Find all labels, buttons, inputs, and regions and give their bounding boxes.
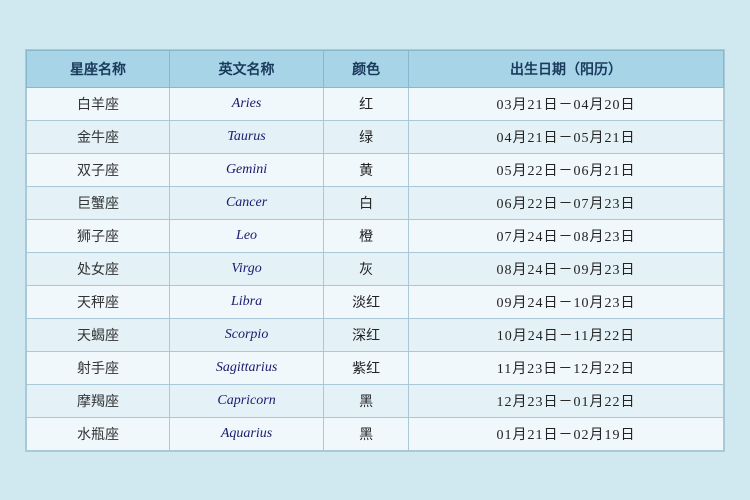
table-cell: 水瓶座: [27, 417, 170, 450]
table-row: 处女座Virgo灰08月24日－09月23日: [27, 252, 724, 285]
table-row: 天蝎座Scorpio深红10月24日－11月22日: [27, 318, 724, 351]
table-cell: 05月22日－06月21日: [409, 153, 724, 186]
header-color: 颜色: [324, 50, 409, 87]
table-cell: Libra: [169, 285, 323, 318]
table-row: 天秤座Libra淡红09月24日－10月23日: [27, 285, 724, 318]
zodiac-table: 星座名称 英文名称 颜色 出生日期（阳历） 白羊座Aries红03月21日－04…: [26, 50, 724, 451]
table-cell: Capricorn: [169, 384, 323, 417]
table-cell: 淡红: [324, 285, 409, 318]
table-cell: 白羊座: [27, 87, 170, 120]
zodiac-table-container: 星座名称 英文名称 颜色 出生日期（阳历） 白羊座Aries红03月21日－04…: [25, 49, 725, 452]
table-cell: 04月21日－05月21日: [409, 120, 724, 153]
table-cell: 10月24日－11月22日: [409, 318, 724, 351]
table-cell: 绿: [324, 120, 409, 153]
table-row: 巨蟹座Cancer白06月22日－07月23日: [27, 186, 724, 219]
table-cell: 白: [324, 186, 409, 219]
table-cell: 11月23日－12月22日: [409, 351, 724, 384]
table-cell: Sagittarius: [169, 351, 323, 384]
table-cell: 金牛座: [27, 120, 170, 153]
table-row: 狮子座Leo橙07月24日－08月23日: [27, 219, 724, 252]
table-cell: 黑: [324, 384, 409, 417]
table-cell: Scorpio: [169, 318, 323, 351]
table-row: 摩羯座Capricorn黑12月23日－01月22日: [27, 384, 724, 417]
header-chinese-name: 星座名称: [27, 50, 170, 87]
table-cell: 紫红: [324, 351, 409, 384]
table-cell: 双子座: [27, 153, 170, 186]
table-row: 水瓶座Aquarius黑01月21日－02月19日: [27, 417, 724, 450]
table-header-row: 星座名称 英文名称 颜色 出生日期（阳历）: [27, 50, 724, 87]
table-cell: 08月24日－09月23日: [409, 252, 724, 285]
table-cell: Virgo: [169, 252, 323, 285]
table-cell: 深红: [324, 318, 409, 351]
table-cell: Taurus: [169, 120, 323, 153]
table-cell: Leo: [169, 219, 323, 252]
header-birthdate: 出生日期（阳历）: [409, 50, 724, 87]
table-cell: 12月23日－01月22日: [409, 384, 724, 417]
table-cell: 天蝎座: [27, 318, 170, 351]
table-cell: 03月21日－04月20日: [409, 87, 724, 120]
table-cell: 狮子座: [27, 219, 170, 252]
table-cell: Aries: [169, 87, 323, 120]
table-cell: Aquarius: [169, 417, 323, 450]
table-cell: 红: [324, 87, 409, 120]
table-cell: 06月22日－07月23日: [409, 186, 724, 219]
table-cell: 09月24日－10月23日: [409, 285, 724, 318]
header-english-name: 英文名称: [169, 50, 323, 87]
table-cell: 灰: [324, 252, 409, 285]
table-cell: 摩羯座: [27, 384, 170, 417]
table-row: 白羊座Aries红03月21日－04月20日: [27, 87, 724, 120]
table-cell: 射手座: [27, 351, 170, 384]
table-row: 金牛座Taurus绿04月21日－05月21日: [27, 120, 724, 153]
table-cell: 07月24日－08月23日: [409, 219, 724, 252]
table-cell: 橙: [324, 219, 409, 252]
table-cell: Gemini: [169, 153, 323, 186]
table-cell: 黑: [324, 417, 409, 450]
table-cell: Cancer: [169, 186, 323, 219]
table-cell: 巨蟹座: [27, 186, 170, 219]
table-cell: 天秤座: [27, 285, 170, 318]
table-row: 射手座Sagittarius紫红11月23日－12月22日: [27, 351, 724, 384]
table-cell: 黄: [324, 153, 409, 186]
table-cell: 处女座: [27, 252, 170, 285]
table-cell: 01月21日－02月19日: [409, 417, 724, 450]
table-row: 双子座Gemini黄05月22日－06月21日: [27, 153, 724, 186]
